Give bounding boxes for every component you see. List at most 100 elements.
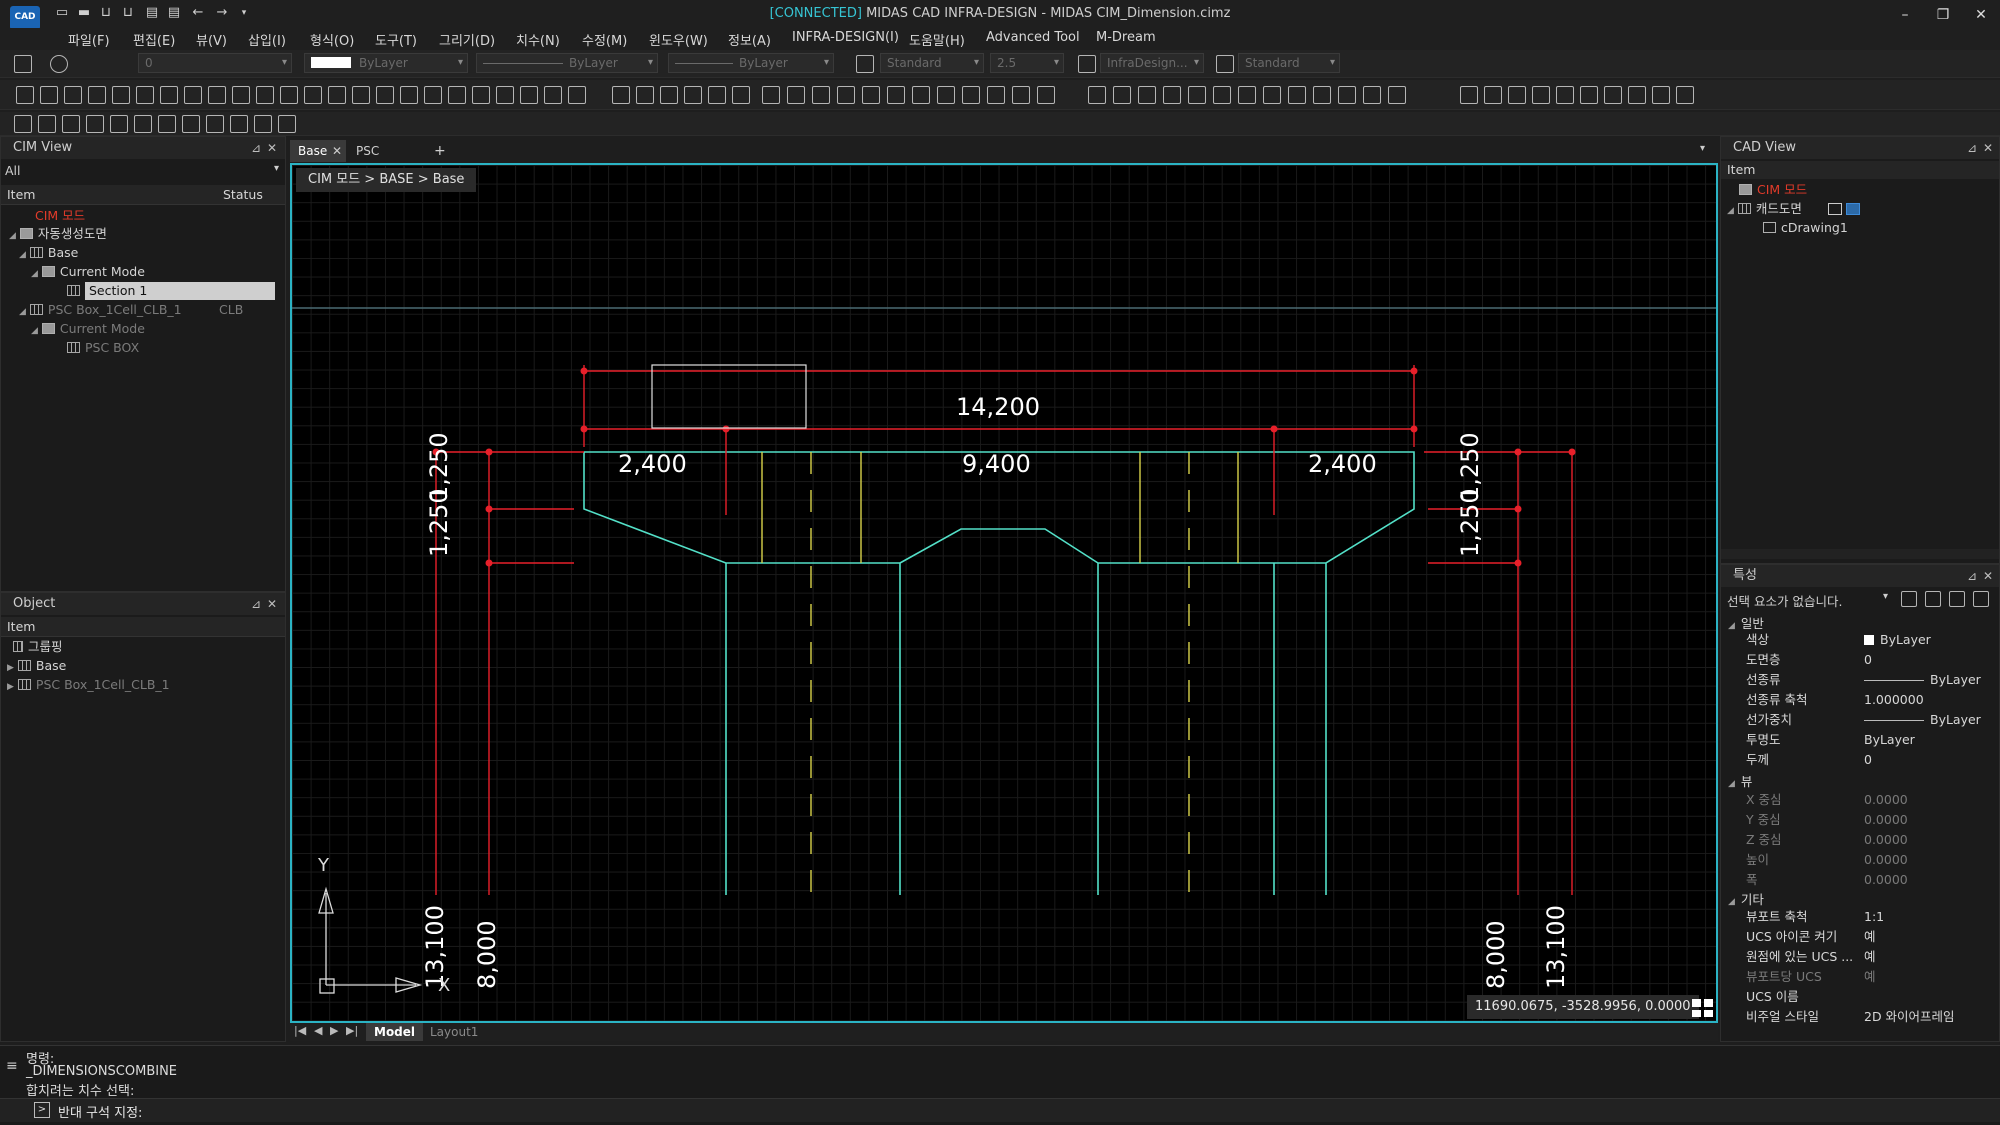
text-style-combo[interactable]: Standard ▾ xyxy=(880,53,984,73)
prop-center-x[interactable]: X 중심 0.0000 xyxy=(1718,790,2000,810)
dim-text-right-outer[interactable]: 13,100 xyxy=(1542,905,1570,989)
row1-tool-icon[interactable] xyxy=(1088,86,1106,104)
prop-viewport-scale[interactable]: 뷰포트 축척 1:1 xyxy=(1718,907,2000,927)
row1-tool-icon[interactable] xyxy=(636,86,654,104)
row1-tool-icon[interactable] xyxy=(1338,86,1356,104)
row1-tool-icon[interactable] xyxy=(64,86,82,104)
close-icon[interactable]: ✕ xyxy=(267,593,277,615)
row1-tool-icon[interactable] xyxy=(208,86,226,104)
row1-tool-icon[interactable] xyxy=(912,86,930,104)
prop-category-view[interactable]: ◢ 뷰 xyxy=(1718,771,1752,790)
row1-tool-icon[interactable] xyxy=(1313,86,1331,104)
row1-tool-icon[interactable] xyxy=(568,86,586,104)
row2-tool-icon[interactable] xyxy=(230,115,248,133)
menu-info[interactable]: 정보(A) xyxy=(728,30,771,49)
tree-item-current-mode-2[interactable]: ◢ Current Mode xyxy=(31,320,145,338)
drawing-canvas[interactable]: 14,200 2,400 9,400 2,400 1,250 1,250 1,2… xyxy=(290,163,1718,1023)
menu-m-dream[interactable]: M-Dream xyxy=(1096,30,1156,45)
menu-format[interactable]: 형식(O) xyxy=(310,30,354,49)
row1-tool-icon[interactable] xyxy=(1676,86,1694,104)
row1-tool-icon[interactable] xyxy=(160,86,178,104)
dim-text-top-mid[interactable]: 9,400 xyxy=(962,450,1031,478)
row2-tool-icon[interactable] xyxy=(110,115,128,133)
first-layout-icon[interactable]: |◀ xyxy=(294,1024,306,1037)
row1-tool-icon[interactable] xyxy=(812,86,830,104)
tab-base[interactable]: Base ✕ xyxy=(290,140,346,162)
row1-tool-icon[interactable] xyxy=(376,86,394,104)
object-item-base[interactable]: ▶ Base xyxy=(7,657,66,675)
tree-item-current-mode[interactable]: ◢ Current Mode xyxy=(31,263,145,281)
tab-model[interactable]: Model xyxy=(366,1023,424,1041)
command-input[interactable]: > 반대 구석 지정: xyxy=(0,1098,2000,1122)
add-tab-button[interactable]: + xyxy=(432,140,448,162)
cad-tree-cdrawing1[interactable]: cDrawing1 xyxy=(1759,219,1848,237)
row1-tool-icon[interactable] xyxy=(1188,86,1206,104)
row1-tool-icon[interactable] xyxy=(1604,86,1622,104)
row1-tool-icon[interactable] xyxy=(1580,86,1598,104)
tree-item-section-1[interactable]: Section 1 xyxy=(63,282,275,300)
table-style-combo[interactable]: Standard ▾ xyxy=(1238,53,1340,73)
menu-advanced-tool[interactable]: Advanced Tool xyxy=(986,30,1080,45)
row1-tool-icon[interactable] xyxy=(352,86,370,104)
row2-tool-icon[interactable] xyxy=(206,115,224,133)
cad-tree-cad-drawing[interactable]: ◢ 캐드도면 xyxy=(1727,200,1860,218)
row1-tool-icon[interactable] xyxy=(424,86,442,104)
row1-tool-icon[interactable] xyxy=(472,86,490,104)
row2-tool-icon[interactable] xyxy=(14,115,32,133)
prev-layout-icon[interactable]: ◀ xyxy=(314,1024,322,1037)
prop-linetype[interactable]: 선종류 ByLayer xyxy=(1718,670,2000,690)
dim-text-left-b[interactable]: 1,250 xyxy=(425,488,453,557)
row1-tool-icon[interactable] xyxy=(962,86,980,104)
prop-thickness[interactable]: 두께 0 xyxy=(1718,750,2000,770)
row1-tool-icon[interactable] xyxy=(1652,86,1670,104)
pin-icon[interactable]: ⊿ xyxy=(251,593,261,615)
cad-tree-cim-mode[interactable]: CIM 모드 xyxy=(1735,181,1807,199)
cim-filter-select[interactable]: All ▾ xyxy=(5,163,283,181)
pin-icon[interactable]: ⊿ xyxy=(251,137,261,159)
row1-tool-icon[interactable] xyxy=(1556,86,1574,104)
object-item-grouping[interactable]: 그룹핑 xyxy=(11,638,63,656)
row1-tool-icon[interactable] xyxy=(1113,86,1131,104)
restore-button[interactable]: ❐ xyxy=(1928,3,1958,27)
row1-tool-icon[interactable] xyxy=(732,86,750,104)
row1-tool-icon[interactable] xyxy=(1288,86,1306,104)
row1-tool-icon[interactable] xyxy=(400,86,418,104)
row1-tool-icon[interactable] xyxy=(1263,86,1281,104)
row2-tool-icon[interactable] xyxy=(278,115,296,133)
prop-ucs-icon-on[interactable]: UCS 아이콘 켜기 예 xyxy=(1718,927,2000,947)
next-layout-icon[interactable]: ▶ xyxy=(330,1024,338,1037)
tree-item-base[interactable]: ◢ Base xyxy=(19,244,78,262)
row1-tool-icon[interactable] xyxy=(1388,86,1406,104)
row1-tool-icon[interactable] xyxy=(660,86,678,104)
row1-tool-icon[interactable] xyxy=(762,86,780,104)
close-button[interactable]: ✕ xyxy=(1966,3,1996,27)
menu-view[interactable]: 뷰(V) xyxy=(196,30,227,49)
row1-tool-icon[interactable] xyxy=(256,86,274,104)
close-icon[interactable]: ✕ xyxy=(267,137,277,159)
lineweight-combo[interactable]: ByLayer ▾ xyxy=(668,53,834,73)
row1-tool-icon[interactable] xyxy=(1363,86,1381,104)
last-layout-icon[interactable]: ▶| xyxy=(346,1024,358,1037)
prop-layer[interactable]: 도면층 0 xyxy=(1718,650,2000,670)
dim-text-right-inner[interactable]: 8,000 xyxy=(1482,920,1510,989)
row1-tool-icon[interactable] xyxy=(328,86,346,104)
match-properties-icon[interactable] xyxy=(1973,591,1989,607)
row1-tool-icon[interactable] xyxy=(612,86,630,104)
row1-tool-icon[interactable] xyxy=(1484,86,1502,104)
tab-layout1[interactable]: Layout1 xyxy=(430,1023,478,1041)
row2-tool-icon[interactable] xyxy=(254,115,272,133)
minimize-button[interactable]: – xyxy=(1890,3,1920,27)
row1-tool-icon[interactable] xyxy=(184,86,202,104)
row1-tool-icon[interactable] xyxy=(136,86,154,104)
menu-modify[interactable]: 수정(M) xyxy=(582,30,627,49)
prop-lineweight[interactable]: 선가중치 ByLayer xyxy=(1718,710,2000,730)
dim-text-right-b[interactable]: 1,250 xyxy=(1456,488,1484,557)
prop-visual-style[interactable]: 비주얼 스타일 2D 와이어프레임 xyxy=(1718,1007,2000,1027)
menu-tools[interactable]: 도구(T) xyxy=(375,30,417,49)
prop-width[interactable]: 폭 0.0000 xyxy=(1718,870,2000,890)
layer-combo[interactable]: 0 ▾ xyxy=(138,53,292,73)
prop-height[interactable]: 높이 0.0000 xyxy=(1718,850,2000,870)
prop-ucs-at-origin[interactable]: 원점에 있는 UCS ... 예 xyxy=(1718,947,2000,967)
tab-list-chevron-icon[interactable]: ▾ xyxy=(1700,143,1705,154)
row2-tool-icon[interactable] xyxy=(182,115,200,133)
